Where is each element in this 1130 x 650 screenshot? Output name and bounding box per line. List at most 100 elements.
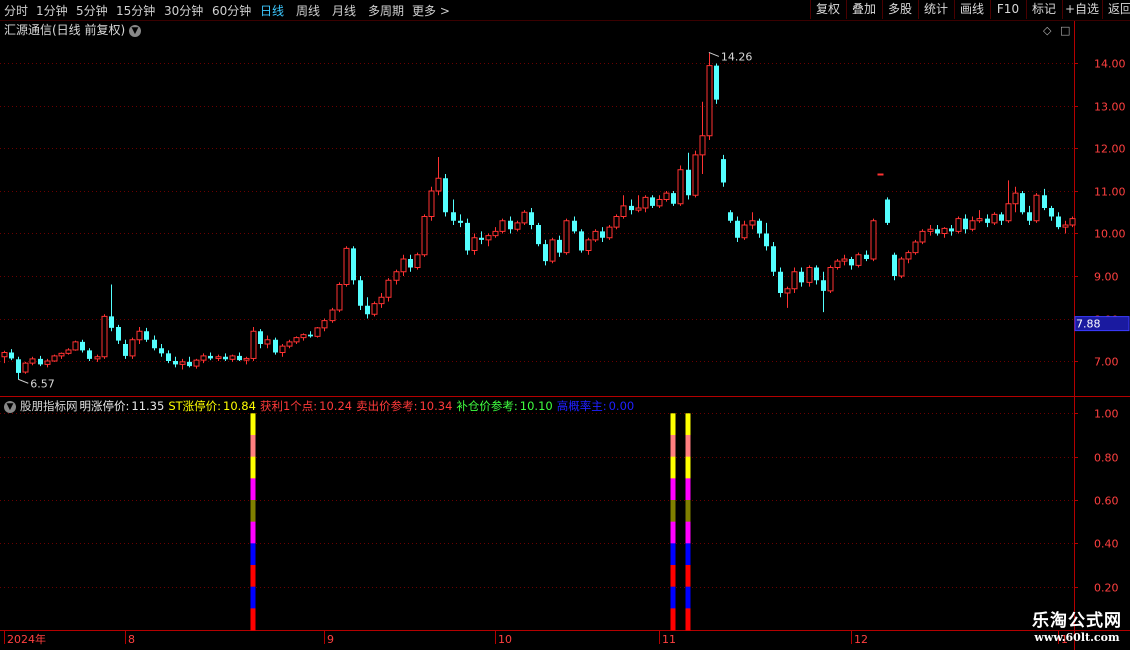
candle-body [365, 305, 370, 315]
candle-body [258, 331, 263, 344]
window-icon: □ [1060, 24, 1070, 37]
candle-body [935, 229, 940, 234]
signal-bar-segment [670, 586, 676, 609]
indicator-legend-item: 卖出价参考: 10.34 [356, 399, 454, 413]
candle-body [101, 315, 108, 358]
candle-body [814, 267, 819, 281]
candle-body [371, 303, 378, 315]
candle-body [123, 344, 128, 356]
candle-body [1, 352, 8, 358]
candle-body [51, 355, 58, 362]
candle-body [308, 334, 313, 337]
indicator-legend-item: ST涨停价: 10.84 [168, 399, 258, 413]
signal-bar-segment [685, 456, 691, 479]
candle-body [400, 258, 407, 273]
candle-body [1069, 218, 1076, 226]
indicator-ytick-label: 1.00 [1094, 408, 1119, 421]
candle-body [208, 355, 213, 359]
candle-body [784, 288, 791, 294]
signal-bar-segment [670, 413, 676, 436]
indicator-dropdown-icon[interactable]: ▼ [4, 400, 16, 413]
candle-body [22, 362, 29, 373]
legend-value: 10.10 [519, 399, 553, 413]
candle-body [414, 254, 421, 268]
legend-label: ST涨停价: [168, 399, 222, 413]
legend-label: 补仓价参考: [456, 399, 518, 413]
candle-body [1062, 224, 1069, 228]
candle-body [764, 233, 769, 247]
candle-body [116, 327, 121, 341]
candle-body [1020, 193, 1025, 213]
candle-body [358, 280, 363, 306]
signal-bar-segment [670, 521, 676, 544]
candle-body [692, 154, 699, 196]
candle-body [94, 356, 101, 360]
candle-body [536, 225, 541, 245]
legend-value: 10.34 [419, 399, 453, 413]
watermark-url: www.60lt.com [1034, 631, 1120, 644]
indicator-name: 股朋指标网 [20, 399, 78, 413]
candle-body [976, 218, 983, 222]
signal-bar-segment [685, 586, 691, 609]
candle-body [686, 169, 691, 196]
candle-body [343, 247, 350, 285]
indicator-ytick-label: 0.40 [1094, 538, 1119, 551]
candle-body [385, 279, 392, 298]
signal-bar-segment [250, 586, 256, 609]
high-label: 14.26 [721, 50, 753, 63]
candle-body [428, 190, 435, 217]
chart-canvas: 7.008.009.0010.0011.0012.0013.0014.0014.… [0, 21, 1130, 650]
candle-body [1056, 216, 1061, 228]
candle-body [543, 244, 548, 262]
title-dropdown-icon[interactable]: ▼ [129, 24, 142, 37]
signal-bar-segment [250, 608, 256, 631]
candle-body [144, 331, 149, 340]
candle-body [791, 271, 798, 290]
candle-body [912, 241, 919, 254]
candle-body [492, 230, 499, 237]
candle-body [706, 65, 713, 137]
candle-body [200, 355, 207, 361]
candle-body [286, 341, 293, 347]
candle-body [471, 237, 478, 251]
candle-body [243, 357, 250, 361]
signal-bar-segment [250, 456, 256, 479]
signal-bar-segment [670, 456, 676, 479]
candle-body [393, 271, 400, 281]
ytick-label: 11.00 [1094, 186, 1126, 199]
candle-body [991, 213, 998, 224]
candle-body [969, 220, 976, 230]
xtick-label: 2024年 [7, 632, 46, 646]
candle-body [166, 353, 171, 361]
candle-body [563, 220, 570, 254]
candle-body [799, 271, 804, 283]
candle-body [864, 254, 869, 259]
signal-bar-segment [685, 565, 691, 588]
candle-body [329, 309, 336, 322]
candle-body [963, 218, 968, 230]
candle-body [521, 211, 528, 224]
signal-bar-segment [250, 478, 256, 501]
candle-body [677, 169, 684, 205]
signal-bar-segment [250, 435, 256, 458]
candle-body [499, 220, 506, 232]
candle-body [80, 341, 85, 351]
candle-body [650, 197, 655, 206]
signal-bar-segment [250, 500, 256, 523]
candle-body [109, 316, 114, 328]
candle-body [187, 361, 192, 367]
candle-body [741, 224, 748, 239]
candle-body [999, 214, 1004, 221]
legend-label: 获利1个点: [259, 399, 318, 413]
low-marker-line [18, 378, 29, 384]
xtick-label: 11 [662, 633, 676, 646]
candle-body [728, 212, 733, 221]
candle-body [421, 216, 428, 256]
candle-body [264, 339, 271, 345]
signal-bar-segment [250, 413, 256, 436]
candle-body [949, 228, 954, 232]
candle-body [65, 349, 72, 354]
candle-body [635, 207, 642, 211]
stock-title-text: 汇源通信(日线 前复权) [4, 23, 126, 37]
high-marker-line [708, 51, 720, 57]
